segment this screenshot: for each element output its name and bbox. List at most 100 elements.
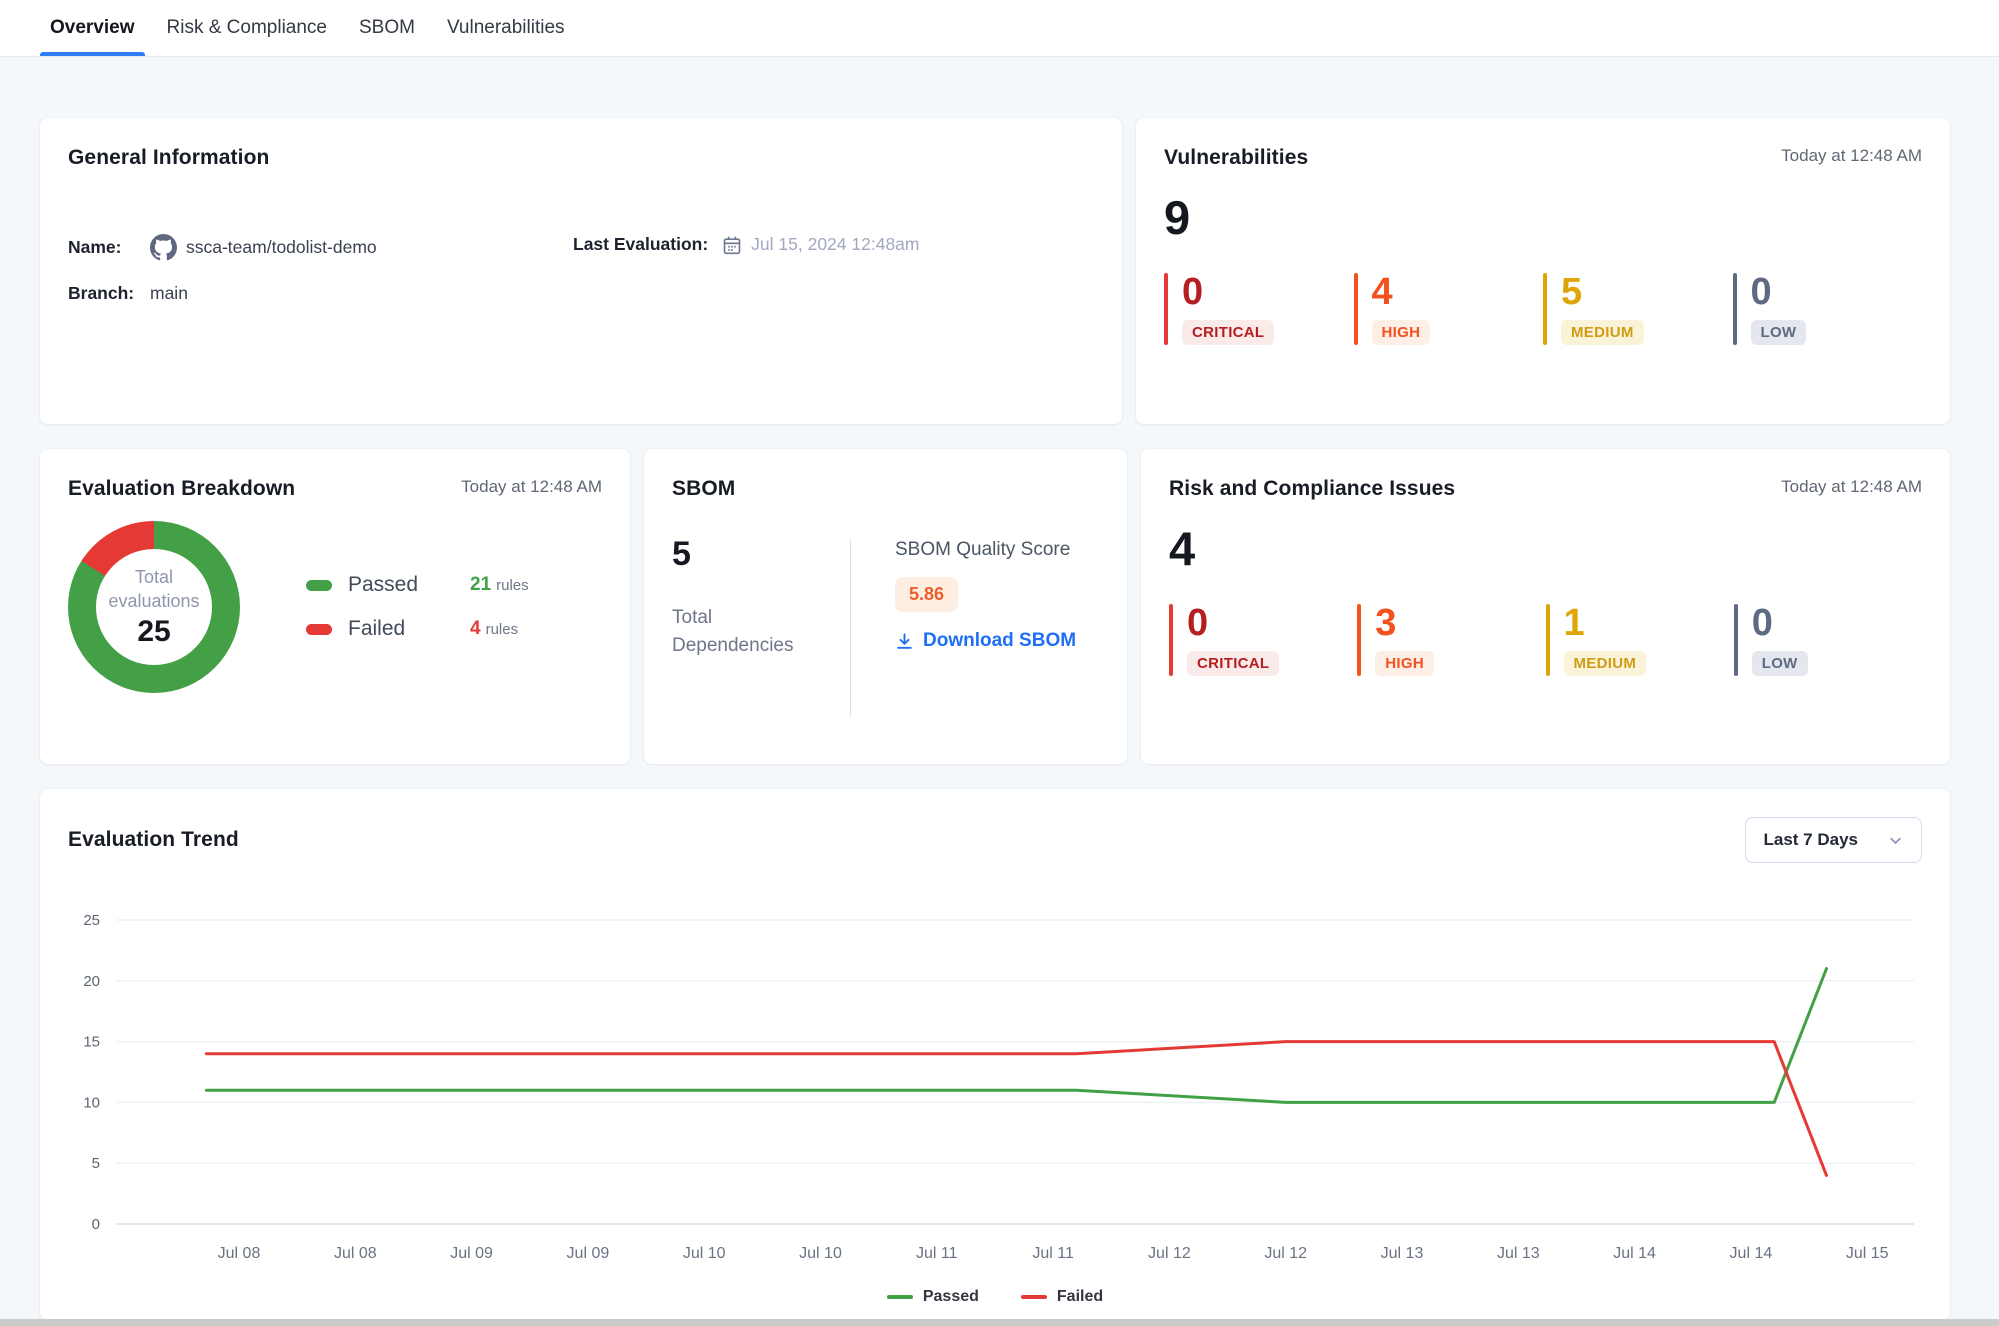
evaluation-trend-card: Evaluation Trend Last 7 Days 0510152025J…	[40, 789, 1950, 1320]
sbom-title: SBOM	[672, 477, 1099, 501]
chevron-down-icon	[1888, 833, 1903, 848]
risk-compliance-timestamp: Today at 12:48 AM	[1781, 477, 1922, 497]
critical-badge: CRITICAL	[1182, 320, 1274, 345]
high-count: 3	[1375, 604, 1434, 644]
horizontal-scrollbar[interactable]	[0, 1319, 1999, 1326]
vulnerabilities-card: Vulnerabilities Today at 12:48 AM 9 0 CR…	[1136, 118, 1950, 424]
severity-low-bar	[1734, 604, 1738, 676]
name-label: Name:	[68, 237, 150, 258]
medium-count: 5	[1561, 273, 1644, 313]
general-information-title: General Information	[68, 146, 1094, 170]
evaluation-breakdown-timestamp: Today at 12:48 AM	[461, 477, 602, 497]
download-icon	[895, 632, 914, 651]
evaluation-trend-title: Evaluation Trend	[68, 828, 239, 852]
failed-pill-icon	[306, 624, 332, 635]
github-icon	[150, 234, 177, 261]
medium-count: 1	[1564, 604, 1647, 644]
low-badge: LOW	[1751, 320, 1807, 345]
svg-text:20: 20	[83, 973, 100, 990]
tab-vulnerabilities[interactable]: Vulnerabilities	[431, 0, 581, 56]
severity-low-bar	[1733, 273, 1737, 345]
failed-line-icon	[1021, 1295, 1047, 1299]
sbom-card: SBOM 5 Total Dependencies SBOM Quality S…	[644, 449, 1127, 764]
severity-high-bar	[1354, 273, 1358, 345]
legend-failed: Failed	[1021, 1288, 1103, 1306]
failed-count: 4	[470, 618, 481, 640]
svg-text:0: 0	[92, 1216, 100, 1233]
time-range-value: Last 7 Days	[1764, 830, 1859, 850]
medium-badge: MEDIUM	[1564, 651, 1647, 676]
high-badge: HIGH	[1372, 320, 1431, 345]
risk-compliance-severity-row: 0 CRITICAL 3 HIGH 1 MEDIUM 0 LOW	[1169, 604, 1922, 676]
severity-medium: 1 MEDIUM	[1546, 604, 1734, 676]
risk-compliance-card: Risk and Compliance Issues Today at 12:4…	[1141, 449, 1950, 764]
branch-value: main	[150, 283, 188, 304]
critical-badge: CRITICAL	[1187, 651, 1279, 676]
tab-overview-label: Overview	[50, 17, 135, 39]
repo-name-row: Name: ssca-team/todolist-demo	[68, 234, 573, 261]
download-sbom-link[interactable]: Download SBOM	[895, 630, 1076, 652]
sbom-quality-score-label: SBOM Quality Score	[895, 539, 1076, 561]
severity-medium: 5 MEDIUM	[1543, 273, 1733, 345]
vulnerabilities-total: 9	[1164, 194, 1922, 241]
evaluation-breakdown-title: Evaluation Breakdown	[68, 477, 295, 501]
tab-risk-compliance[interactable]: Risk & Compliance	[151, 0, 344, 56]
critical-count: 0	[1182, 273, 1274, 313]
svg-text:Jul 12: Jul 12	[1148, 1245, 1191, 1262]
failed-unit: rules	[486, 621, 519, 638]
legend-failed-label: Failed	[1057, 1288, 1103, 1306]
risk-compliance-title: Risk and Compliance Issues	[1169, 477, 1455, 501]
low-count: 0	[1751, 273, 1807, 313]
sbom-quality-score-badge: 5.86	[895, 577, 958, 612]
svg-text:Jul 10: Jul 10	[683, 1245, 726, 1262]
vertical-divider	[850, 539, 851, 717]
svg-text:Jul 15: Jul 15	[1846, 1245, 1889, 1262]
trend-chart-legend: Passed Failed	[68, 1288, 1922, 1306]
medium-badge: MEDIUM	[1561, 320, 1644, 345]
svg-text:Jul 08: Jul 08	[334, 1245, 377, 1262]
failed-label: Failed	[348, 617, 470, 641]
risk-compliance-total: 4	[1169, 525, 1922, 572]
donut-legend: Passed 21 rules Failed 4 rules	[306, 573, 529, 641]
svg-text:Jul 08: Jul 08	[218, 1245, 261, 1262]
svg-text:10: 10	[83, 1094, 100, 1111]
svg-text:Jul 13: Jul 13	[1381, 1245, 1424, 1262]
severity-high: 4 HIGH	[1354, 273, 1544, 345]
tab-vulnerabilities-label: Vulnerabilities	[447, 17, 565, 39]
branch-row: Branch: main	[68, 283, 573, 304]
severity-critical: 0 CRITICAL	[1169, 604, 1357, 676]
vulnerabilities-severity-row: 0 CRITICAL 4 HIGH 5 MEDIUM 0 LOW	[1164, 273, 1922, 345]
severity-critical: 0 CRITICAL	[1164, 273, 1354, 345]
legend-failed-row: Failed 4 rules	[306, 617, 529, 641]
svg-text:Jul 14: Jul 14	[1613, 1245, 1656, 1262]
low-badge: LOW	[1752, 651, 1808, 676]
vulnerabilities-timestamp: Today at 12:48 AM	[1781, 146, 1922, 166]
last-evaluation-row: Last Evaluation:	[573, 234, 920, 255]
passed-count: 21	[470, 574, 491, 596]
svg-text:Jul 11: Jul 11	[1032, 1245, 1074, 1262]
svg-text:Jul 09: Jul 09	[450, 1245, 493, 1262]
passed-line-icon	[887, 1295, 913, 1299]
branch-label: Branch:	[68, 283, 150, 304]
low-count: 0	[1752, 604, 1808, 644]
severity-medium-bar	[1543, 273, 1547, 345]
tab-sbom[interactable]: SBOM	[343, 0, 431, 56]
tab-risk-compliance-label: Risk & Compliance	[167, 17, 328, 39]
general-information-card: General Information Name: ssca-team/todo…	[40, 118, 1122, 424]
severity-medium-bar	[1546, 604, 1550, 676]
last-evaluation-value: Jul 15, 2024 12:48am	[751, 234, 919, 255]
svg-text:Jul 11: Jul 11	[916, 1245, 958, 1262]
last-evaluation-label: Last Evaluation:	[573, 234, 708, 255]
time-range-dropdown[interactable]: Last 7 Days	[1745, 817, 1923, 863]
donut-center-value: 25	[137, 615, 170, 649]
high-count: 4	[1372, 273, 1431, 313]
tab-bar: Overview Risk & Compliance SBOM Vulnerab…	[0, 0, 1999, 57]
svg-text:15: 15	[83, 1034, 100, 1051]
repo-name-value: ssca-team/todolist-demo	[186, 237, 377, 258]
critical-count: 0	[1187, 604, 1279, 644]
severity-low: 0 LOW	[1733, 273, 1923, 345]
total-dependencies-value: 5	[672, 535, 850, 574]
legend-passed-row: Passed 21 rules	[306, 573, 529, 597]
download-sbom-label: Download SBOM	[923, 630, 1076, 652]
tab-overview[interactable]: Overview	[34, 0, 151, 56]
